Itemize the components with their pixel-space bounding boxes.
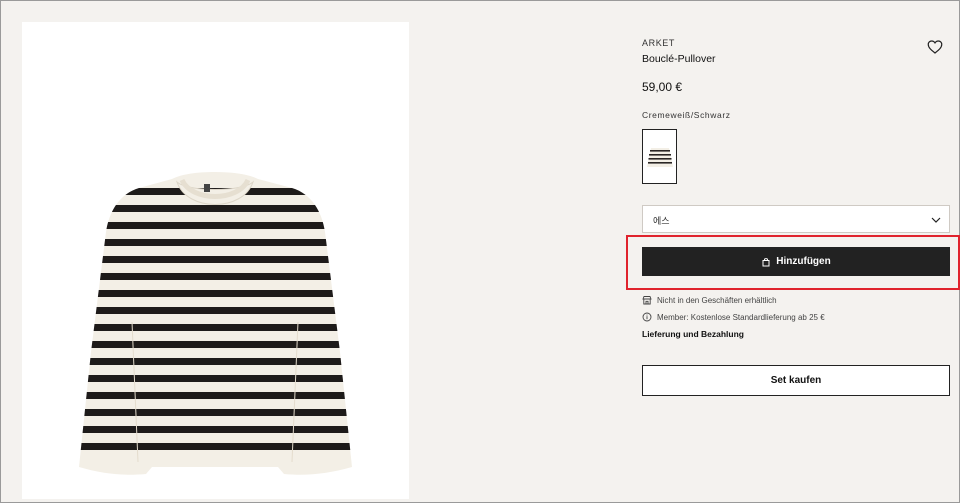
buy-set-label: Set kaufen (770, 375, 822, 386)
swatch-thumbnail (646, 147, 673, 167)
store-icon (642, 296, 652, 305)
product-title: Bouclé-Pullover (642, 53, 716, 65)
store-availability-text: Nicht in den Geschäften erhältlich (657, 295, 777, 305)
member-delivery-info: Member: Kostenlose Standardlieferung ab … (642, 312, 825, 322)
buy-set-button[interactable]: Set kaufen (642, 365, 950, 396)
product-image[interactable] (22, 22, 409, 499)
color-swatch[interactable] (642, 129, 677, 184)
store-availability: Nicht in den Geschäften erhältlich (642, 295, 777, 305)
info-icon (642, 312, 652, 322)
add-to-cart-label: Hinzufügen (776, 256, 831, 267)
size-select[interactable]: 에스 (642, 205, 950, 233)
brand-name: ARKET (642, 38, 676, 48)
wishlist-button[interactable] (926, 38, 944, 56)
color-name: Cremeweiß/Schwarz (642, 110, 731, 120)
product-price: 59,00 € (642, 80, 683, 94)
sweater-image (79, 172, 352, 475)
delivery-payment-link[interactable]: Lieferung und Bezahlung (642, 329, 744, 339)
product-info-panel: ARKET Bouclé-Pullover 59,00 € Cremeweiß/… (642, 1, 952, 503)
member-delivery-text: Member: Kostenlose Standardlieferung ab … (657, 312, 825, 322)
add-to-cart-button[interactable]: Hinzufügen (642, 247, 950, 276)
heart-icon (927, 40, 943, 54)
shopping-bag-icon (762, 257, 770, 266)
size-select-value: 에스 (653, 216, 670, 226)
chevron-down-icon (931, 217, 941, 223)
